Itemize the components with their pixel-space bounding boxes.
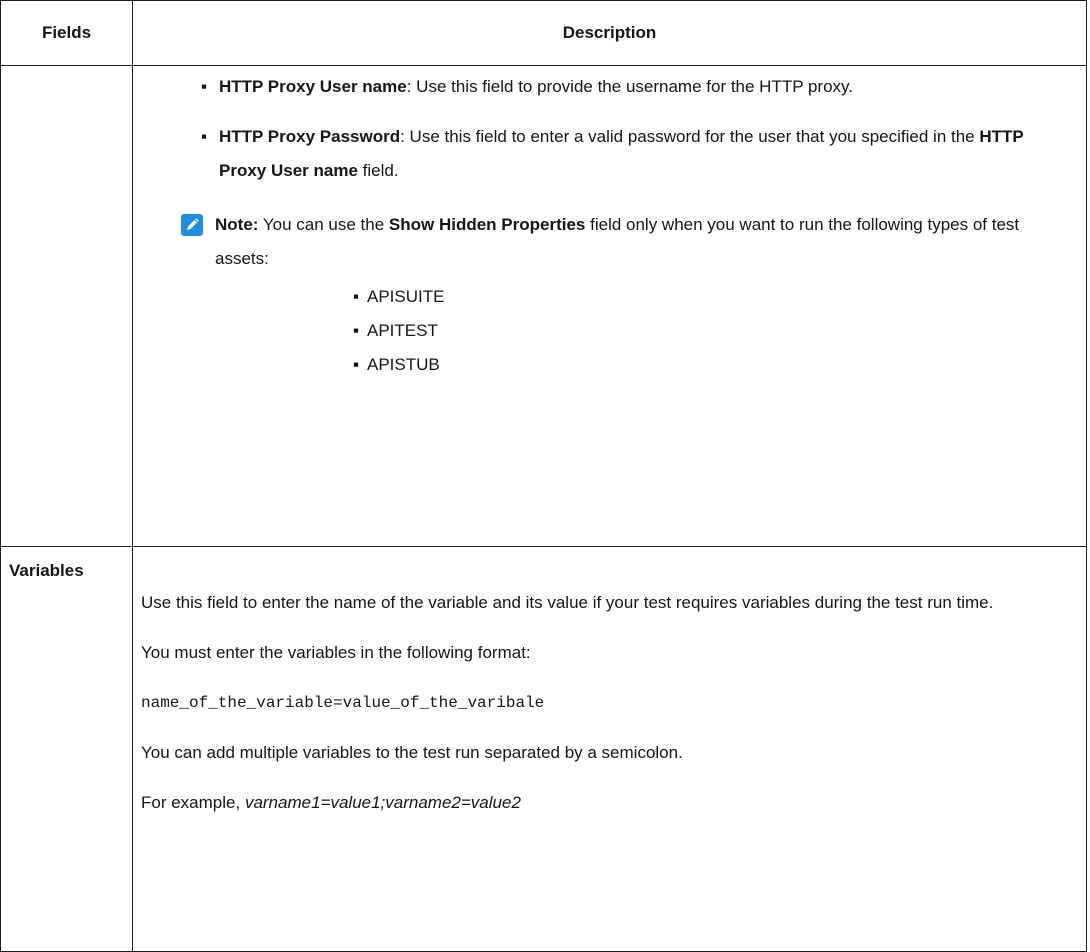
list-item-proxy-password: ▪ HTTP Proxy Password: Use this field to… bbox=[133, 120, 1086, 188]
variables-multiple-note: You can add multiple variables to the te… bbox=[141, 743, 683, 762]
bullet-marker: ▪ bbox=[353, 287, 360, 306]
note-label: Note: bbox=[215, 215, 259, 234]
term-proxy-user-name: HTTP Proxy User name bbox=[219, 77, 407, 96]
proxy-password-description-before: : Use this field to enter a valid passwo… bbox=[400, 127, 980, 146]
fields-table: Fields Description ▪ HTTP Proxy User nam… bbox=[0, 0, 1087, 952]
bullet-marker: ▪ bbox=[353, 355, 360, 374]
list-item: ▪ APISTUB bbox=[215, 348, 1046, 382]
table-row: ▪ HTTP Proxy User name: Use this field t… bbox=[0, 65, 1087, 547]
bullet-marker: ▪ bbox=[201, 77, 208, 96]
variables-format-code: name_of_the_variable=value_of_the_variba… bbox=[141, 694, 545, 712]
bullet-marker: ▪ bbox=[201, 127, 208, 146]
example-prefix: For example, bbox=[141, 793, 245, 812]
list-item: ▪ APITEST bbox=[215, 314, 1046, 348]
asset-type-label: APISUITE bbox=[367, 287, 445, 306]
header-description: Description bbox=[132, 0, 1087, 66]
bullet-marker: ▪ bbox=[353, 321, 360, 340]
note-text-before: You can use the bbox=[258, 215, 389, 234]
description-cell-proxy: ▪ HTTP Proxy User name: Use this field t… bbox=[132, 65, 1087, 547]
header-fields: Fields bbox=[0, 0, 133, 66]
proxy-user-description: : Use this field to provide the username… bbox=[406, 77, 854, 96]
table-row: Variables Use this field to enter the na… bbox=[0, 546, 1087, 952]
field-variables: Variables bbox=[0, 546, 133, 952]
example-value: varname1=value1;varname2=value2 bbox=[244, 793, 521, 812]
term-show-hidden-properties: Show Hidden Properties bbox=[388, 215, 586, 234]
test-asset-types-list: ▪ APISUITE ▪ APITEST ▪ APISTUB bbox=[215, 280, 1046, 382]
list-item-proxy-user: ▪ HTTP Proxy User name: Use this field t… bbox=[133, 70, 1086, 104]
variables-format-intro: You must enter the variables in the foll… bbox=[141, 643, 531, 662]
fields-cell-empty bbox=[0, 65, 133, 547]
asset-type-label: APITEST bbox=[367, 321, 438, 340]
description-cell-variables: Use this field to enter the name of the … bbox=[132, 546, 1087, 952]
asset-type-label: APISTUB bbox=[367, 355, 440, 374]
term-proxy-password: HTTP Proxy Password bbox=[219, 127, 401, 146]
proxy-password-description-after: field. bbox=[357, 161, 399, 180]
variables-example: For example, varname1=value1;varname2=va… bbox=[141, 786, 1074, 820]
variables-description: Use this field to enter the name of the … bbox=[141, 593, 994, 612]
pencil-note-icon bbox=[181, 214, 203, 236]
list-item: ▪ APISUITE bbox=[215, 280, 1046, 314]
note-block: Note: You can use the Show Hidden Proper… bbox=[133, 208, 1086, 382]
